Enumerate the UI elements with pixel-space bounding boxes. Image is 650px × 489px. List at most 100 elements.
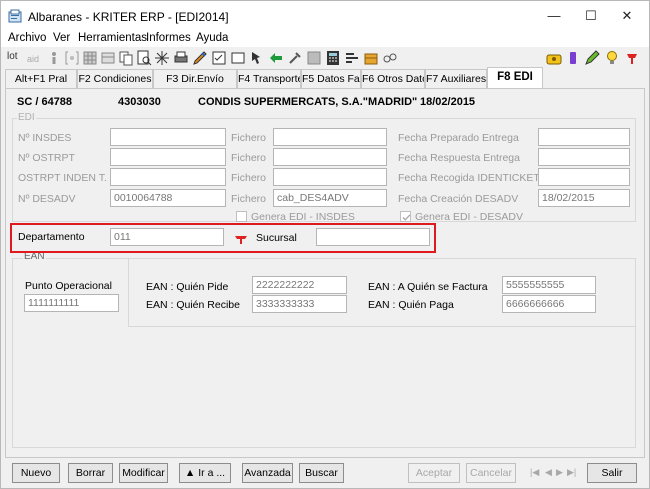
fichero-field-2[interactable] <box>273 148 387 166</box>
buscar-button[interactable]: Buscar <box>299 463 344 483</box>
borrar-button[interactable]: Borrar <box>68 463 113 483</box>
doc-code: SC / 64788 <box>17 96 73 108</box>
maximize-button[interactable]: ☐ <box>573 1 609 31</box>
edi-panel: SC / 64788 4303030 CONDIS SUPERMERCATS, … <box>5 88 645 458</box>
fichero-label-3: Fichero <box>231 172 267 184</box>
check-icon <box>402 214 411 221</box>
fichero-field-1[interactable] <box>273 128 387 146</box>
genera-insdes-label: Genera EDI - INSDES <box>251 211 355 223</box>
tab-pral[interactable]: Alt+F1 Pral <box>5 69 77 89</box>
title-bar: Albaranes - KRITER ERP - [EDI2014] — ☐ ✕ <box>1 1 649 31</box>
genera-desadv-checkbox[interactable] <box>400 211 411 222</box>
quien-factura-label: EAN : A Quién se Factura <box>368 281 488 293</box>
insdes-label: Nº INSDES <box>18 132 72 144</box>
fichero-field-3[interactable] <box>273 168 387 186</box>
svg-text:aid: aid <box>27 54 39 64</box>
first-record-icon[interactable]: |◀ <box>530 467 539 478</box>
phone-icon[interactable] <box>546 50 562 66</box>
fichero-label-4: Fichero <box>231 193 267 205</box>
quien-recibe-label: EAN : Quién Recibe <box>146 299 240 311</box>
aceptar-button[interactable]: Aceptar <box>408 463 460 483</box>
app-window: Albaranes - KRITER ERP - [EDI2014] — ☐ ✕… <box>0 0 650 489</box>
pencil-icon[interactable] <box>584 50 600 66</box>
quien-pide-field[interactable]: 2222222222 <box>252 276 347 294</box>
cancelar-button[interactable]: Cancelar <box>466 463 516 483</box>
disk-icon[interactable] <box>306 50 322 66</box>
menu-archivo[interactable]: Archivo <box>8 32 46 44</box>
punto-operacional-field[interactable]: 1111111111 <box>24 294 119 312</box>
desadv-label: Nº DESADV <box>18 193 76 205</box>
sparkle-icon[interactable] <box>154 50 170 66</box>
bulb-icon[interactable] <box>604 50 620 66</box>
last-record-icon[interactable]: ▶| <box>567 467 576 478</box>
minimize-button[interactable]: — <box>536 1 572 31</box>
fecha-recogida-field[interactable] <box>538 168 630 186</box>
fecha-creacion-label: Fecha Creación DESADV <box>398 193 519 205</box>
checklist-icon[interactable] <box>211 50 227 66</box>
quien-recibe-field[interactable]: 3333333333 <box>252 295 347 313</box>
doc-number: 4303030 <box>118 96 161 108</box>
tab-auxiliares[interactable]: F7 Auxiliares <box>425 69 487 89</box>
prev-record-icon[interactable]: ◀ <box>545 467 552 478</box>
calculator-icon[interactable] <box>325 50 341 66</box>
avanzada-button[interactable]: Avanzada <box>242 463 293 483</box>
menu-informes[interactable]: Informes <box>146 32 191 44</box>
quien-pide-label: EAN : Quién Pide <box>146 281 229 293</box>
window-icon[interactable] <box>230 50 246 66</box>
salir-button[interactable]: Salir <box>587 463 637 483</box>
copy-icon[interactable] <box>118 50 134 66</box>
green-arrow-icon[interactable] <box>268 50 284 66</box>
close-button[interactable]: ✕ <box>609 1 645 31</box>
menu-herramientas[interactable]: Herramientas <box>78 32 147 44</box>
tab-dir-envio[interactable]: F3 Dir.Envío <box>153 69 237 89</box>
quien-paga-field[interactable]: 6666666666 <box>502 295 596 313</box>
desadv-field[interactable]: 0010064788 <box>110 189 226 207</box>
fichero-label-1: Fichero <box>231 132 267 144</box>
grid-icon[interactable] <box>82 50 98 66</box>
bracket-icon[interactable] <box>64 50 80 66</box>
ostrpt-label: Nº OSTRPT <box>18 152 75 164</box>
ostrpt-inden-field[interactable] <box>110 168 226 186</box>
tab-otros-datos[interactable]: F6 Otros Datos <box>361 69 425 89</box>
nuevo-button[interactable]: Nuevo <box>12 463 60 483</box>
fecha-respuesta-field[interactable] <box>538 148 630 166</box>
ean-divider-vertical <box>128 258 129 326</box>
tab-datos-fac[interactable]: F5 Datos Fac. <box>301 69 361 89</box>
exit-icon[interactable] <box>624 50 640 66</box>
ir-a-button[interactable]: ▲ Ir a ... <box>179 463 231 483</box>
package-icon[interactable] <box>363 50 379 66</box>
print-icon[interactable] <box>173 50 189 66</box>
tab-condiciones[interactable]: F2 Condiciones <box>77 69 153 89</box>
ostrpt-field[interactable] <box>110 148 226 166</box>
ostrpt-inden-label: OSTRPT INDEN T. <box>18 172 107 184</box>
menu-ver[interactable]: Ver <box>53 32 70 44</box>
table-icon[interactable] <box>100 50 116 66</box>
lot-label: lot <box>7 51 18 62</box>
next-record-icon[interactable]: ▶ <box>556 467 563 478</box>
modificar-button[interactable]: Modificar <box>119 463 168 483</box>
cursor-icon[interactable] <box>249 50 265 66</box>
tab-bar: Alt+F1 Pral F2 Condiciones F3 Dir.Envío … <box>1 67 649 89</box>
tab-transporte[interactable]: F4 Transporte <box>237 69 301 89</box>
fecha-respuesta-label: Fecha Respuesta Entrega <box>398 152 520 164</box>
print-preview-icon[interactable] <box>136 50 152 66</box>
tools-icon[interactable] <box>287 50 303 66</box>
fecha-creacion-field[interactable]: 18/02/2015 <box>538 189 630 207</box>
ean-divider-horizontal <box>128 326 636 327</box>
fecha-preparado-field[interactable] <box>538 128 630 146</box>
tab-edi[interactable]: F8 EDI <box>487 67 543 89</box>
info-icon[interactable] <box>46 50 62 66</box>
flow-icon[interactable] <box>344 50 360 66</box>
insdes-field[interactable] <box>110 128 226 146</box>
edit-icon[interactable] <box>192 50 208 66</box>
button-bar: Nuevo Borrar Modificar ▲ Ir a ... Avanza… <box>1 461 649 485</box>
battery-icon[interactable] <box>565 50 581 66</box>
genera-insdes-checkbox[interactable] <box>236 211 247 222</box>
menu-ayuda[interactable]: Ayuda <box>196 32 228 44</box>
toolbar: lot aid <box>1 47 649 69</box>
edi-group-title: EDI <box>17 112 36 123</box>
link-icon[interactable] <box>382 50 398 66</box>
quien-factura-field[interactable]: 5555555555 <box>502 276 596 294</box>
fichero-field-4[interactable]: cab_DES4ADV <box>273 189 387 207</box>
add-icon[interactable]: aid <box>26 50 42 66</box>
